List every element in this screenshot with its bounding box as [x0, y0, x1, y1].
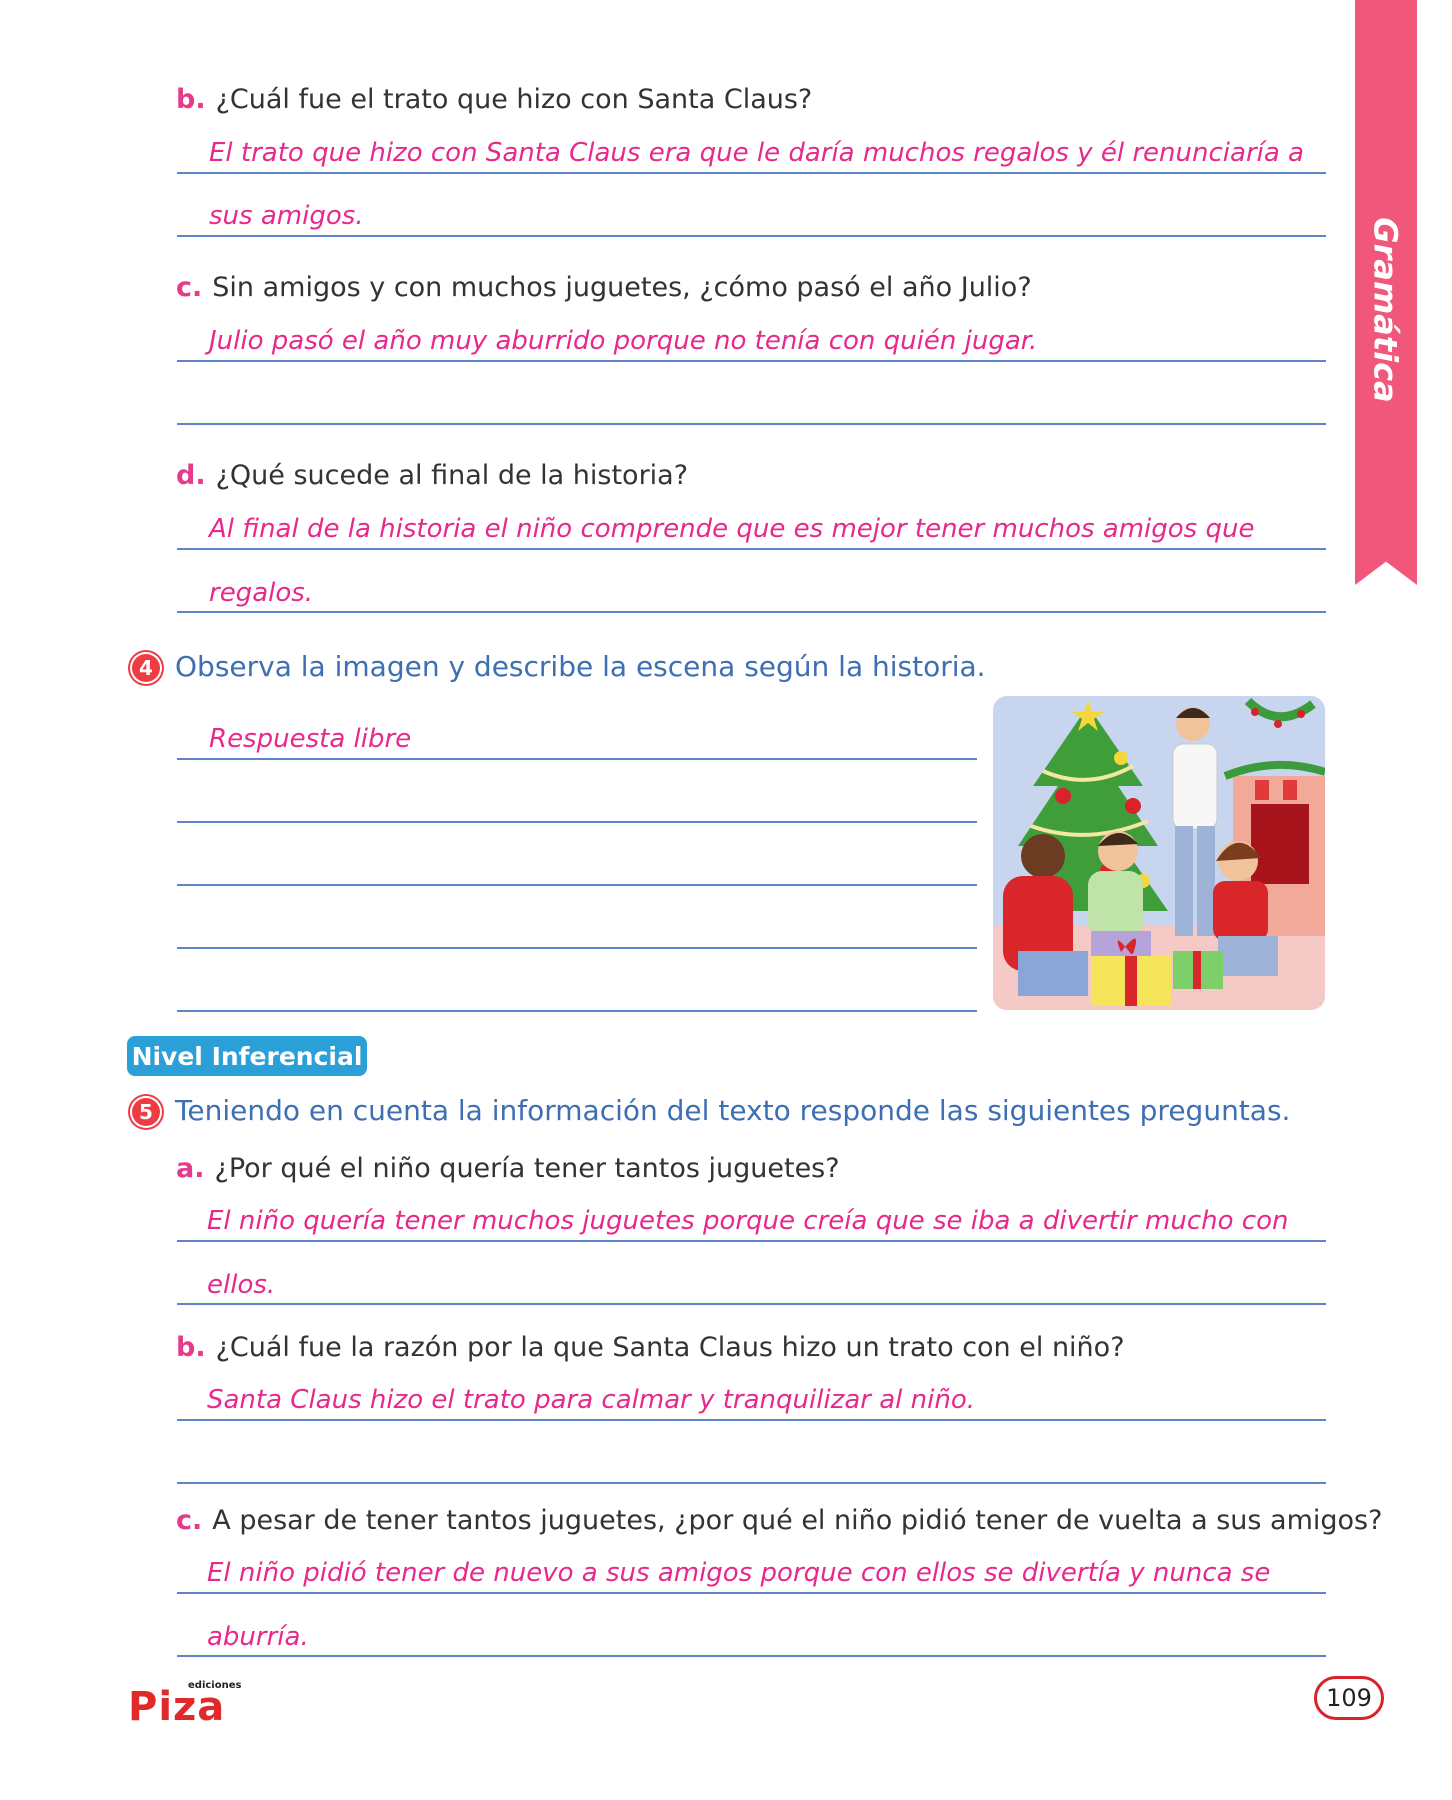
answer-rule: [177, 1303, 1326, 1305]
answer-rule: [177, 172, 1326, 174]
question-5a: a. ¿Por qué el niño quería tener tantos j…: [176, 1153, 840, 1184]
answer-rule: [177, 1010, 977, 1012]
answer-rule: [177, 1419, 1326, 1421]
level-badge: Nivel Inferencial: [127, 1036, 367, 1076]
answer-rule: [177, 235, 1326, 237]
answer-rule: [177, 947, 977, 949]
question-5c: c. A pesar de tener tantos juguetes, ¿por…: [176, 1505, 1383, 1536]
page-number: 109: [1314, 1676, 1384, 1720]
side-tab-label: Gramática: [1367, 217, 1405, 403]
answer-rule: [177, 758, 977, 760]
answer-line: El trato que hizo con Santa Claus era qu…: [209, 138, 1304, 168]
question-5b: b. ¿Cuál fue la razón por la que Santa Cl…: [176, 1332, 1125, 1363]
side-tab: Gramática: [1355, 217, 1417, 403]
exercise-number-4: 4: [132, 654, 160, 682]
answer-rule: [177, 821, 977, 823]
answer-line: sus amigos.: [209, 201, 364, 231]
answer-line: El niño quería tener muchos juguetes por…: [207, 1206, 1289, 1236]
answer-rule: [177, 423, 1326, 425]
answer-rule: [177, 1655, 1326, 1657]
answer-rule: [177, 1240, 1326, 1242]
answer-rule: [177, 1482, 1326, 1484]
answer-line: El niño pidió tener de nuevo a sus amigo…: [207, 1558, 1271, 1588]
answer-rule: [177, 611, 1326, 613]
christmas-scene-illustration: [993, 696, 1325, 1010]
answer-line: ellos.: [207, 1270, 276, 1300]
exercise-4-instruction: Observa la imagen y describe la escena s…: [175, 650, 986, 683]
question-3c: c. Sin amigos y con muchos juguetes, ¿cóm…: [176, 272, 1032, 303]
answer-rule: [177, 360, 1326, 362]
exercise-number-5: 5: [132, 1098, 160, 1126]
answer-rule: [177, 884, 977, 886]
answer-rule: [177, 1592, 1326, 1594]
logo-main-text: Piza: [128, 1684, 226, 1730]
answer-line: Al final de la historia el niño comprend…: [209, 514, 1255, 544]
answer-line: aburría.: [207, 1622, 309, 1652]
exercise-5-instruction: Teniendo en cuenta la información del te…: [175, 1094, 1291, 1127]
question-3b: b. ¿Cuál fue el trato que hizo con Santa …: [176, 84, 813, 115]
answer-line: Julio pasó el año muy aburrido porque no…: [209, 326, 1038, 356]
answer-line: Respuesta libre: [209, 724, 412, 754]
question-3d: d. ¿Qué sucede al final de la historia?: [176, 460, 689, 491]
answer-line: regalos.: [209, 578, 314, 608]
answer-rule: [177, 548, 1326, 550]
answer-line: Santa Claus hizo el trato para calmar y …: [207, 1385, 975, 1415]
